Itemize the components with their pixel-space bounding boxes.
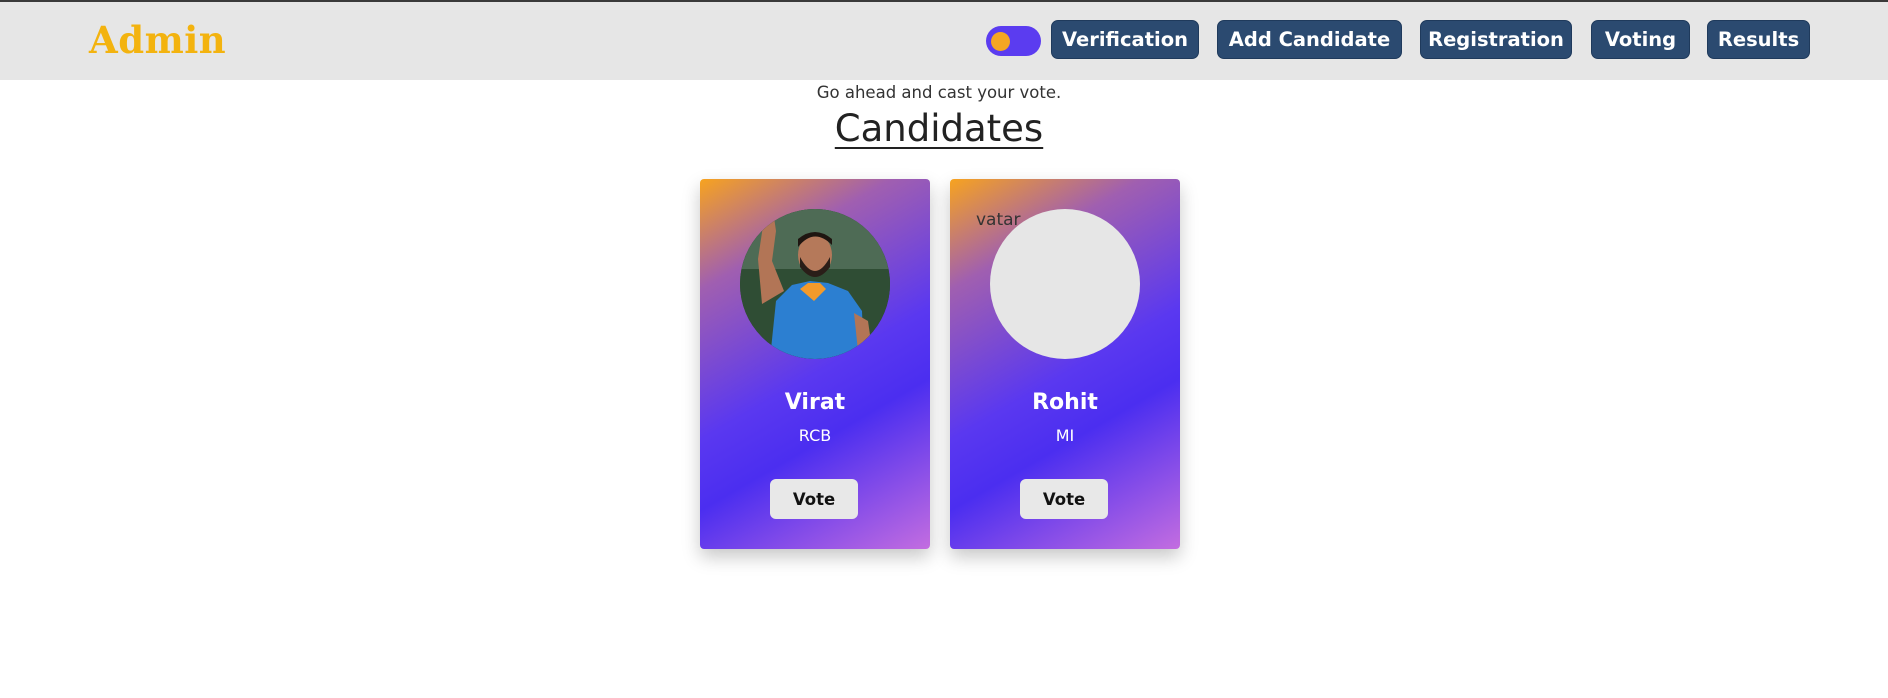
results-button[interactable]: Results xyxy=(1707,20,1810,59)
vote-button[interactable]: Vote xyxy=(770,479,858,519)
page-subtitle: Go ahead and cast your vote. xyxy=(816,83,1062,102)
voting-button[interactable]: Voting xyxy=(1591,20,1690,59)
navbar: Admin Verification Add Candidate Registr… xyxy=(0,2,1888,80)
candidate-avatar xyxy=(740,209,890,359)
candidate-name: Rohit xyxy=(1032,390,1098,415)
brand-logo[interactable]: Admin xyxy=(89,18,226,62)
verification-button[interactable]: Verification xyxy=(1051,20,1199,59)
candidate-avatar-placeholder xyxy=(990,209,1140,359)
candidate-photo-icon xyxy=(740,209,890,359)
candidate-card: Virat RCB Vote xyxy=(700,179,930,549)
add-candidate-button[interactable]: Add Candidate xyxy=(1217,20,1402,59)
registration-button[interactable]: Registration xyxy=(1420,20,1572,59)
toggle-knob-icon xyxy=(991,32,1010,51)
theme-toggle[interactable] xyxy=(986,26,1041,56)
candidate-name: Virat xyxy=(784,390,846,415)
candidate-party: RCB xyxy=(798,426,832,445)
candidate-party: MI xyxy=(1055,426,1075,445)
page-title: Candidates xyxy=(834,107,1044,150)
avatar-alt-text: vatar xyxy=(976,210,1021,230)
candidate-card: vatar Rohit MI Vote xyxy=(950,179,1180,549)
vote-button[interactable]: Vote xyxy=(1020,479,1108,519)
